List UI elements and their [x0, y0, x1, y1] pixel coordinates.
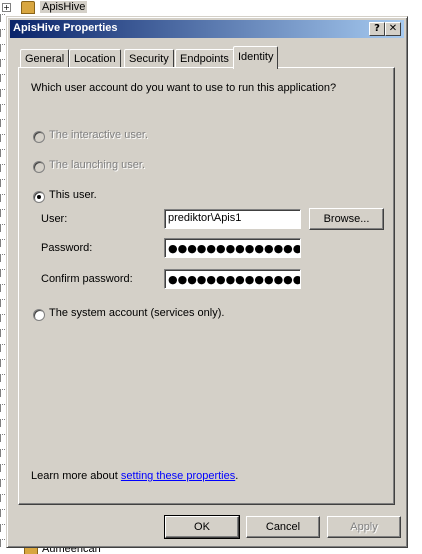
beehive-icon — [21, 0, 35, 14]
help-button[interactable]: ? — [369, 22, 385, 36]
tree-connector — [0, 359, 5, 367]
tree-connector — [0, 239, 5, 247]
radio-this-user[interactable] — [33, 191, 45, 203]
confirm-password-input[interactable]: ●●●●●●●●●●●●●●● — [164, 269, 301, 289]
tree-connector — [0, 389, 5, 397]
tree-connector — [0, 404, 5, 412]
user-label: User: — [41, 213, 68, 225]
learn-more-suffix: . — [235, 470, 239, 482]
identity-panel: Which user account do you want to use to… — [18, 67, 395, 505]
tree-connector — [0, 374, 5, 382]
tree-connector — [0, 434, 5, 442]
account-question: Which user account do you want to use to… — [31, 82, 337, 94]
tab-location[interactable]: Location — [69, 49, 121, 68]
tree-connector — [0, 104, 5, 112]
tree-connector — [0, 509, 5, 517]
tree-connector — [0, 284, 5, 292]
label-launching-user: The launching user. — [49, 159, 146, 171]
properties-dialog: ApisHive Properties ? ✕ General Location… — [6, 16, 408, 548]
tree-connector — [0, 74, 5, 82]
tree-connector — [0, 59, 5, 67]
tree-connector — [0, 194, 5, 202]
tree-connector — [0, 254, 5, 262]
tree-connector — [0, 269, 5, 277]
radio-selected-dot — [37, 195, 41, 199]
tree-item-apishive[interactable]: + ApisHive — [2, 0, 120, 14]
tree-connector — [0, 344, 5, 352]
cancel-label: Cancel — [265, 521, 301, 533]
cancel-button[interactable]: Cancel — [246, 516, 320, 538]
learn-more-prefix: Learn more about — [31, 470, 121, 482]
tree-connector — [0, 44, 5, 52]
tree-connector — [0, 14, 5, 22]
tree-connector — [0, 419, 5, 427]
tree-connector — [0, 449, 5, 457]
tree-connector — [0, 224, 5, 232]
browse-label: Browse... — [323, 213, 370, 225]
tree-connector — [0, 539, 5, 547]
tab-identity[interactable]: Identity — [233, 46, 279, 69]
tab-endpoints[interactable]: Endpoints — [175, 49, 234, 68]
expand-icon[interactable]: + — [2, 2, 11, 12]
label-interactive-user: The interactive user. — [49, 129, 149, 141]
apply-button[interactable]: Apply — [327, 516, 401, 538]
browse-button[interactable]: Browse... — [309, 208, 384, 230]
tree-connector — [0, 29, 5, 37]
confirm-password-label: Confirm password: — [41, 273, 133, 285]
screen: + ApisHive Aumeencan ApisHive Properties… — [0, 0, 422, 554]
password-label: Password: — [41, 242, 93, 254]
apply-label: Apply — [350, 521, 378, 533]
tree-connector — [0, 89, 5, 97]
tree-connector — [0, 149, 5, 157]
dialog-title: ApisHive Properties — [13, 22, 118, 34]
title-bar[interactable]: ApisHive Properties ? ✕ — [10, 20, 404, 38]
learn-more-text: Learn more about setting these propertie… — [31, 470, 238, 482]
radio-system-account[interactable] — [33, 309, 45, 321]
radio-interactive-user[interactable] — [33, 131, 45, 143]
tree-connector — [0, 164, 5, 172]
tree-item-label: ApisHive — [40, 1, 88, 13]
close-button[interactable]: ✕ — [385, 22, 401, 36]
tree-connector — [0, 314, 5, 322]
tree-connector — [0, 494, 5, 502]
ok-label: OK — [194, 521, 210, 533]
learn-more-link[interactable]: setting these properties — [121, 470, 235, 482]
tree-connector — [0, 479, 5, 487]
tree-connector — [0, 134, 5, 142]
user-input[interactable]: prediktor\Apis1 — [164, 209, 301, 229]
tree-connector — [0, 179, 5, 187]
tree-connector — [0, 299, 5, 307]
tree-connector — [0, 119, 5, 127]
tree-connector — [0, 464, 5, 472]
tab-general[interactable]: General — [20, 49, 70, 68]
tree-connector — [0, 329, 5, 337]
password-input[interactable]: ●●●●●●●●●●●●●●● — [164, 238, 301, 258]
tree-connector — [0, 209, 5, 217]
ok-button[interactable]: OK — [164, 515, 240, 539]
tree-connector — [0, 524, 5, 532]
tab-security[interactable]: Security — [124, 49, 174, 68]
label-this-user: This user. — [49, 189, 97, 201]
radio-launching-user[interactable] — [33, 161, 45, 173]
label-system-account: The system account (services only). — [49, 307, 225, 319]
